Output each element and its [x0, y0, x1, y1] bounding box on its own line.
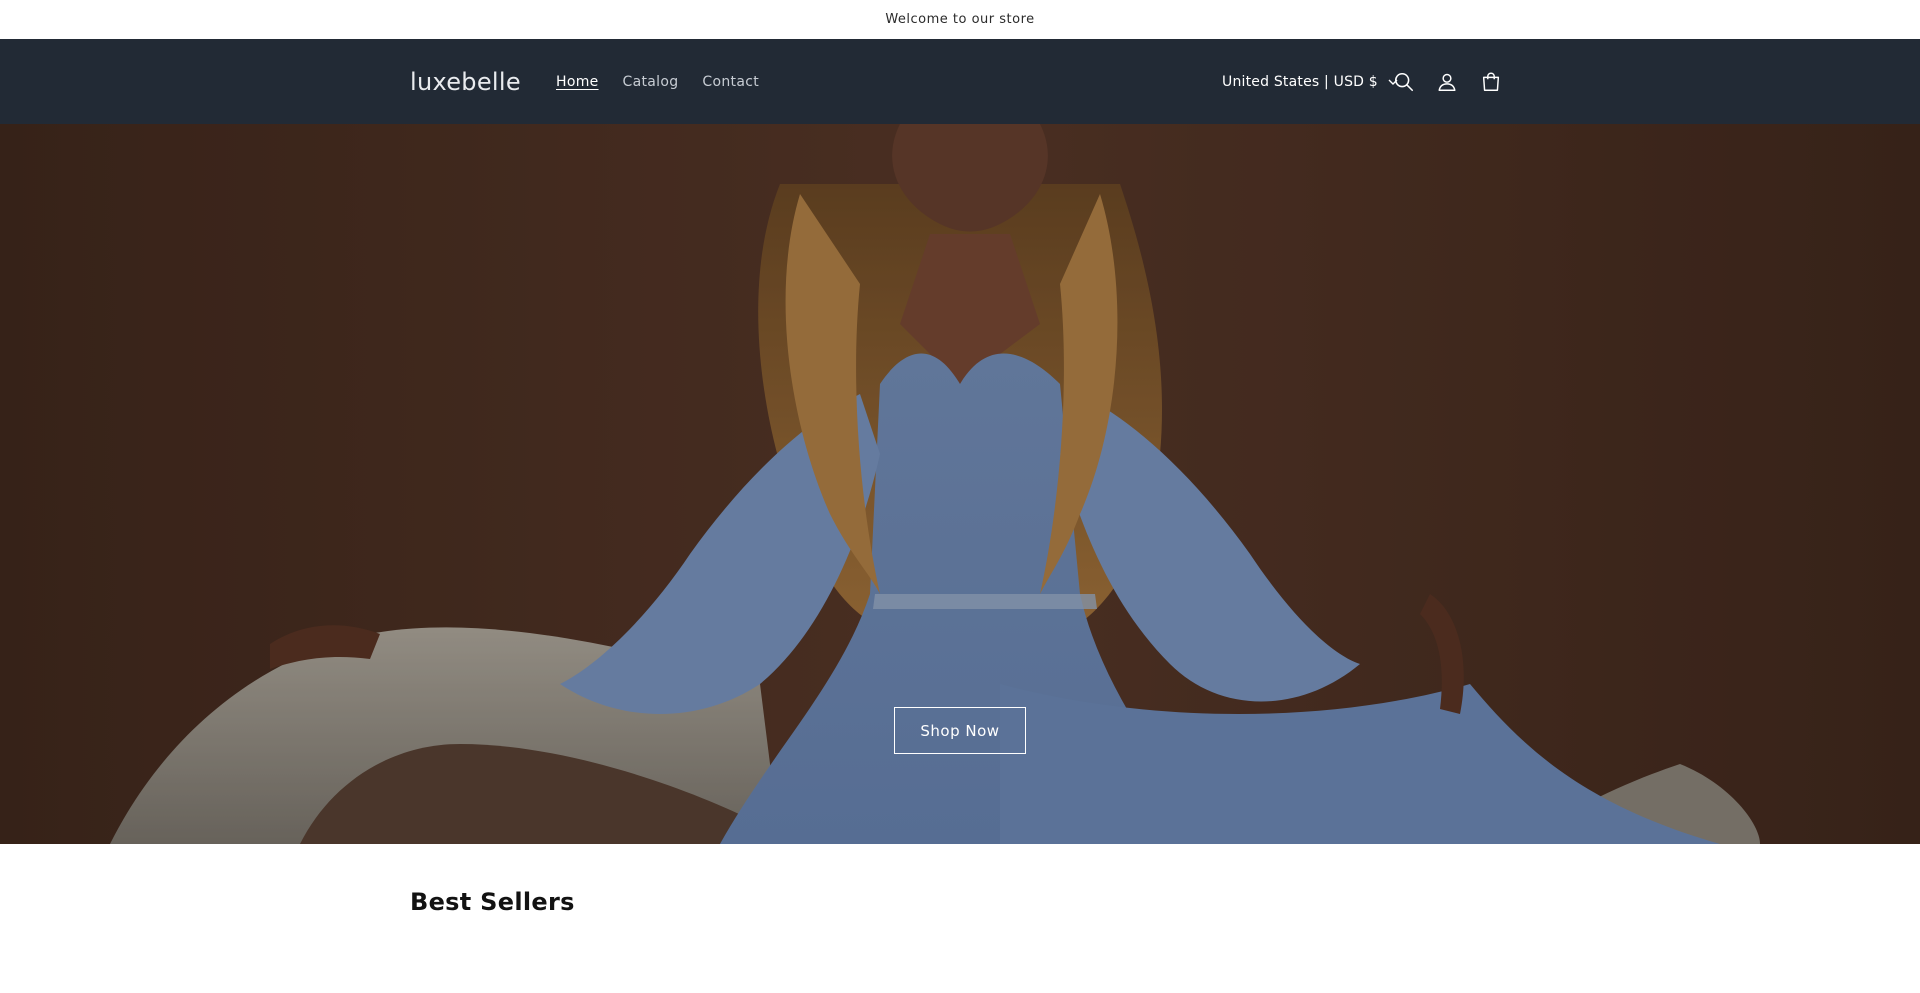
best-sellers-heading: Best Sellers	[410, 888, 575, 916]
main-nav: Home Catalog Contact	[544, 39, 771, 124]
nav-catalog[interactable]: Catalog	[611, 74, 691, 90]
country-currency-selector[interactable]: United States | USD $	[1222, 39, 1399, 124]
search-icon[interactable]	[1389, 67, 1419, 97]
hero-banner: Shop Now	[0, 124, 1920, 844]
announcement-bar: Welcome to our store	[0, 0, 1920, 39]
store-logo[interactable]: luxebelle	[410, 39, 521, 124]
cart-icon[interactable]	[1476, 67, 1506, 97]
account-icon[interactable]	[1432, 67, 1462, 97]
country-currency-label: United States | USD $	[1222, 73, 1378, 90]
shop-now-button[interactable]: Shop Now	[894, 707, 1026, 754]
announcement-text: Welcome to our store	[885, 12, 1035, 27]
nav-home[interactable]: Home	[544, 74, 611, 90]
nav-contact[interactable]: Contact	[690, 74, 771, 90]
site-header: luxebelle Home Catalog Contact United St…	[0, 39, 1920, 124]
